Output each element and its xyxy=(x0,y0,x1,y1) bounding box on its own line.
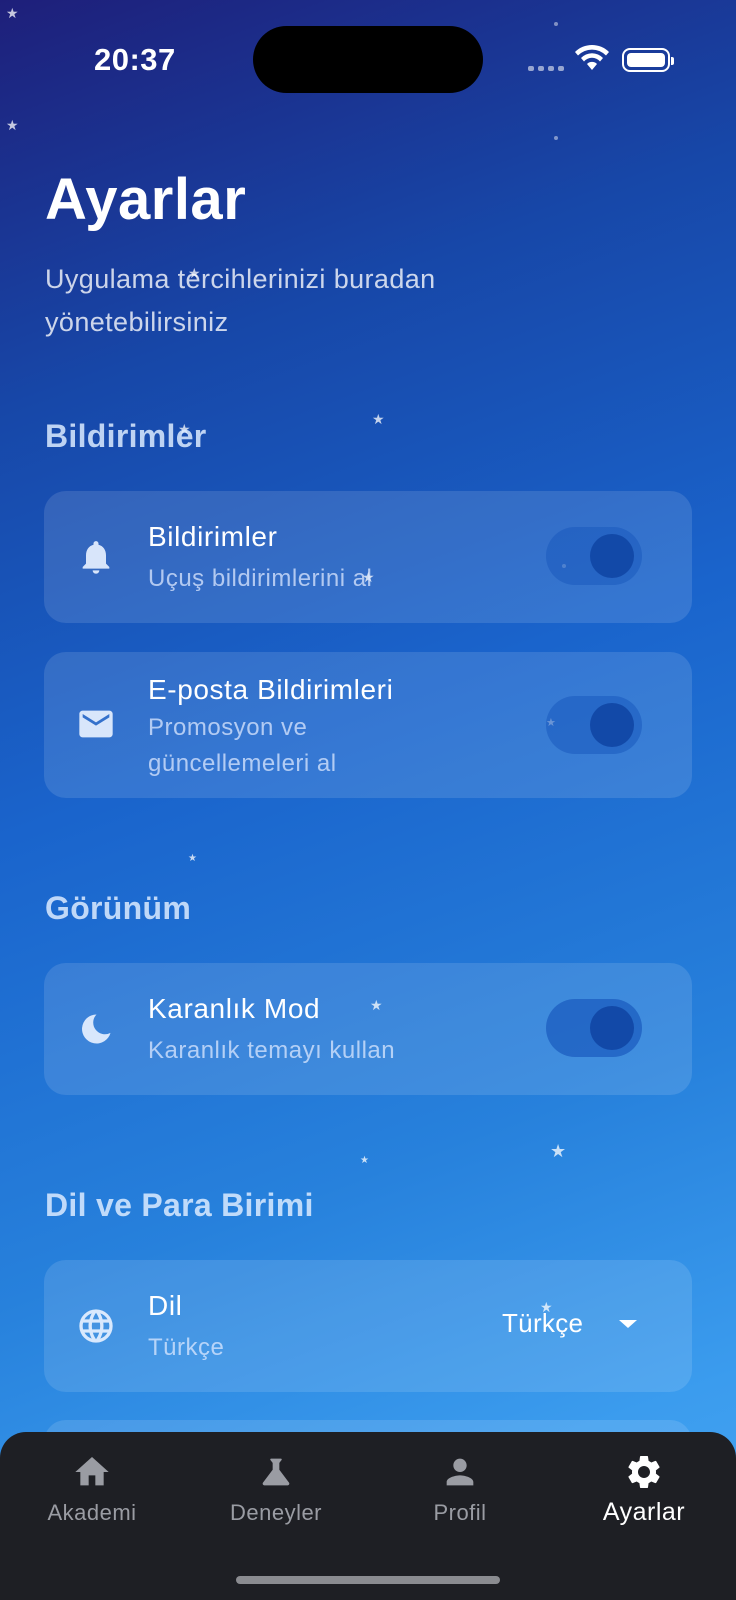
settings-card-email-notifications: E-posta Bildirimleri Promosyon ve güncel… xyxy=(44,652,692,798)
page-subtitle: Uygulama tercihlerinizi buradan yönetebi… xyxy=(45,264,436,337)
nav-item-ayarlar[interactable]: Ayarlar xyxy=(552,1452,736,1527)
wifi-icon xyxy=(574,44,610,72)
moon-icon xyxy=(76,1009,116,1049)
star-icon: ★ xyxy=(372,411,385,427)
nav-item-profil[interactable]: Profil xyxy=(368,1452,552,1526)
setting-subtitle: Uçuş bildirimlerini al xyxy=(148,565,373,592)
nav-label: Deneyler xyxy=(229,1500,323,1525)
nav-item-akademi[interactable]: Akademi xyxy=(0,1452,184,1526)
star-icon: ★ xyxy=(188,853,197,864)
setting-title: Bildirimler xyxy=(148,521,278,552)
home-icon xyxy=(72,1452,112,1492)
gear-icon xyxy=(624,1452,664,1492)
mail-icon xyxy=(76,704,116,744)
bell-icon xyxy=(76,537,116,577)
dynamic-island xyxy=(253,26,483,93)
status-bar: 20:37 xyxy=(0,0,736,120)
cellular-signal-icon xyxy=(528,66,564,71)
settings-card-language[interactable]: Dil Türkçe Türkçe xyxy=(44,1260,692,1392)
nav-label: Ayarlar xyxy=(602,1498,686,1526)
settings-card-dark-mode: Karanlık Mod Karanlık temayı kullan xyxy=(44,963,692,1095)
setting-title: E-posta Bildirimleri xyxy=(148,674,394,705)
nav-label: Akademi xyxy=(47,1500,137,1525)
battery-icon xyxy=(622,48,674,72)
star-icon: ★ xyxy=(550,1141,567,1161)
person-icon xyxy=(440,1452,480,1492)
nav-item-deneyler[interactable]: Deneyler xyxy=(184,1452,368,1526)
setting-subtitle: Türkçe xyxy=(148,1334,225,1361)
section-title-language-currency: Dil ve Para Birimi xyxy=(45,1187,314,1223)
setting-subtitle: Karanlık temayı kullan xyxy=(148,1037,396,1064)
chevron-down-icon xyxy=(619,1319,638,1328)
home-indicator[interactable] xyxy=(236,1576,500,1584)
notifications-toggle[interactable] xyxy=(546,527,642,585)
language-dropdown-value: Türkçe xyxy=(502,1308,584,1338)
bottom-navigation-bar: Akademi Deneyler Profil Ayarlar xyxy=(0,1432,736,1600)
language-dropdown[interactable]: Türkçe xyxy=(502,1308,638,1339)
setting-title: Karanlık Mod xyxy=(148,993,321,1024)
nav-label: Profil xyxy=(433,1500,487,1525)
setting-subtitle: Promosyon ve güncellemeleri al xyxy=(148,714,337,777)
star-icon: ★ xyxy=(6,117,19,133)
status-time: 20:37 xyxy=(94,42,176,77)
page-title: Ayarlar xyxy=(45,167,247,232)
email-notifications-toggle[interactable] xyxy=(546,696,642,754)
star-dot xyxy=(554,136,558,140)
dark-mode-toggle[interactable] xyxy=(546,999,642,1057)
settings-card-notifications: Bildirimler Uçuş bildirimlerini al xyxy=(44,491,692,623)
star-icon: ★ xyxy=(360,1155,369,1166)
section-title-appearance: Görünüm xyxy=(45,890,192,926)
setting-title: Dil xyxy=(148,1290,183,1321)
globe-icon xyxy=(76,1306,116,1346)
flask-icon xyxy=(256,1452,296,1492)
section-title-notifications: Bildirimler xyxy=(45,418,207,454)
